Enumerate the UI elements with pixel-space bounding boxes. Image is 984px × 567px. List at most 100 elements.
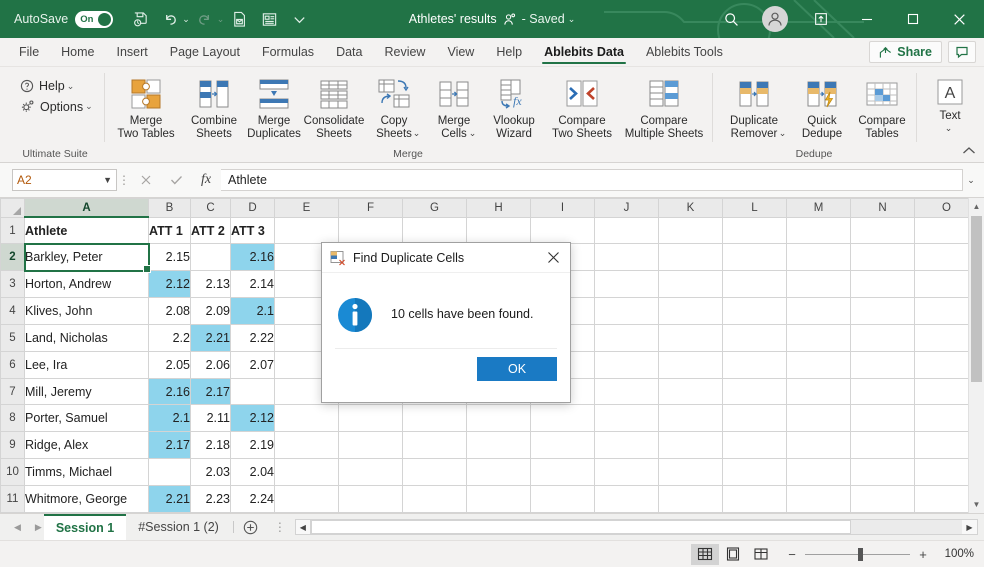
- cell-d9[interactable]: 2.19: [231, 432, 275, 459]
- column-header-g[interactable]: G: [403, 199, 467, 218]
- search-icon[interactable]: [710, 0, 752, 38]
- customize-quick-access-icon[interactable]: [284, 5, 314, 33]
- tab-ablebits-data[interactable]: Ablebits Data: [533, 38, 635, 66]
- cell-l5[interactable]: [723, 324, 787, 351]
- cell-c7[interactable]: 2.17: [191, 378, 231, 405]
- cell-i9[interactable]: [531, 432, 595, 459]
- zoom-out-button[interactable]: −: [787, 547, 797, 562]
- row-header-4[interactable]: 4: [1, 298, 25, 325]
- column-header-c[interactable]: C: [191, 199, 231, 218]
- cell-h8[interactable]: [467, 405, 531, 432]
- cell-n3[interactable]: [851, 271, 915, 298]
- tab-insert[interactable]: Insert: [106, 38, 159, 66]
- compare-two-sheets-button[interactable]: Compare Two Sheets: [544, 72, 620, 141]
- cell-a4[interactable]: Klives, John: [25, 298, 149, 325]
- cell-m9[interactable]: [787, 432, 851, 459]
- cell-d11[interactable]: 2.24: [231, 486, 275, 513]
- cell-l6[interactable]: [723, 351, 787, 378]
- column-header-f[interactable]: F: [339, 199, 403, 218]
- insert-function-button[interactable]: fx: [191, 169, 221, 191]
- cell-m10[interactable]: [787, 459, 851, 486]
- cell-m1[interactable]: [787, 217, 851, 244]
- redo-icon[interactable]: [190, 5, 220, 33]
- column-header-j[interactable]: J: [595, 199, 659, 218]
- cell-i1[interactable]: [531, 217, 595, 244]
- cell-l4[interactable]: [723, 298, 787, 325]
- help-button[interactable]: Help ⌄: [20, 79, 93, 93]
- help-caret-icon[interactable]: ⌄: [67, 81, 75, 92]
- page-layout-view-icon[interactable]: [719, 544, 747, 565]
- next-sheet-button[interactable]: ▶: [35, 522, 42, 533]
- cell-e11[interactable]: [275, 486, 339, 513]
- cell-h10[interactable]: [467, 459, 531, 486]
- cell-a3[interactable]: Horton, Andrew: [25, 271, 149, 298]
- row-header-5[interactable]: 5: [1, 324, 25, 351]
- cell-f10[interactable]: [339, 459, 403, 486]
- duplicate-remover-button[interactable]: Duplicate Remover ⌄: [716, 72, 792, 141]
- ribbon-display-options-icon[interactable]: [798, 0, 844, 38]
- tab-help[interactable]: Help: [485, 38, 533, 66]
- cell-a8[interactable]: Porter, Samuel: [25, 405, 149, 432]
- cell-l3[interactable]: [723, 271, 787, 298]
- cell-n6[interactable]: [851, 351, 915, 378]
- cell-c6[interactable]: 2.06: [191, 351, 231, 378]
- sheet-tab-session-1-2[interactable]: #Session 1 (2): [126, 514, 231, 540]
- cell-n2[interactable]: [851, 244, 915, 271]
- cell-n8[interactable]: [851, 405, 915, 432]
- cell-m2[interactable]: [787, 244, 851, 271]
- cell-c3[interactable]: 2.13: [191, 271, 231, 298]
- avatar[interactable]: [762, 6, 788, 32]
- cell-g11[interactable]: [403, 486, 467, 513]
- row-header-8[interactable]: 8: [1, 405, 25, 432]
- column-header-a[interactable]: A: [25, 199, 149, 218]
- cell-d5[interactable]: 2.22: [231, 324, 275, 351]
- cell-l11[interactable]: [723, 486, 787, 513]
- cell-m7[interactable]: [787, 378, 851, 405]
- horizontal-scroll-thumb[interactable]: [311, 520, 851, 534]
- cell-b10[interactable]: [149, 459, 191, 486]
- tab-ablebits-tools[interactable]: Ablebits Tools: [635, 38, 734, 66]
- cell-k9[interactable]: [659, 432, 723, 459]
- scroll-left-button[interactable]: ◀: [295, 519, 311, 535]
- collapse-ribbon-button[interactable]: [962, 144, 976, 158]
- name-box[interactable]: A2 ▼: [12, 169, 117, 191]
- cell-e10[interactable]: [275, 459, 339, 486]
- cell-j1[interactable]: [595, 217, 659, 244]
- cell-f9[interactable]: [339, 432, 403, 459]
- cell-d6[interactable]: 2.07: [231, 351, 275, 378]
- select-all-corner[interactable]: [1, 199, 25, 218]
- cell-b5[interactable]: 2.2: [149, 324, 191, 351]
- enter-formula-button[interactable]: [161, 169, 191, 191]
- cell-a7[interactable]: Mill, Jeremy: [25, 378, 149, 405]
- maximize-button[interactable]: [890, 0, 936, 38]
- cell-n4[interactable]: [851, 298, 915, 325]
- column-header-l[interactable]: L: [723, 199, 787, 218]
- zoom-in-button[interactable]: +: [918, 547, 928, 562]
- tab-page-layout[interactable]: Page Layout: [159, 38, 251, 66]
- options-caret-icon[interactable]: ⌄: [85, 101, 93, 112]
- column-header-n[interactable]: N: [851, 199, 915, 218]
- scroll-right-button[interactable]: ▶: [962, 519, 978, 535]
- row-header-10[interactable]: 10: [1, 459, 25, 486]
- minimize-button[interactable]: [844, 0, 890, 38]
- cell-a2[interactable]: Barkley, Peter: [25, 244, 149, 271]
- compare-tables-button[interactable]: Compare Tables: [852, 72, 912, 141]
- cell-b7[interactable]: 2.16: [149, 378, 191, 405]
- column-header-d[interactable]: D: [231, 199, 275, 218]
- sheet-tab-resize-handle[interactable]: ⋮: [266, 520, 295, 534]
- column-header-b[interactable]: B: [149, 199, 191, 218]
- tab-formulas[interactable]: Formulas: [251, 38, 325, 66]
- cell-e1[interactable]: [275, 217, 339, 244]
- cell-i8[interactable]: [531, 405, 595, 432]
- cell-n9[interactable]: [851, 432, 915, 459]
- cell-f8[interactable]: [339, 405, 403, 432]
- merge-cells-button[interactable]: Merge Cells ⌄: [424, 72, 484, 141]
- cell-d7[interactable]: [231, 378, 275, 405]
- cell-i10[interactable]: [531, 459, 595, 486]
- cell-a10[interactable]: Timms, Michael: [25, 459, 149, 486]
- save-icon[interactable]: [125, 5, 155, 33]
- cell-j7[interactable]: [595, 378, 659, 405]
- cell-j10[interactable]: [595, 459, 659, 486]
- cell-c4[interactable]: 2.09: [191, 298, 231, 325]
- cell-j2[interactable]: [595, 244, 659, 271]
